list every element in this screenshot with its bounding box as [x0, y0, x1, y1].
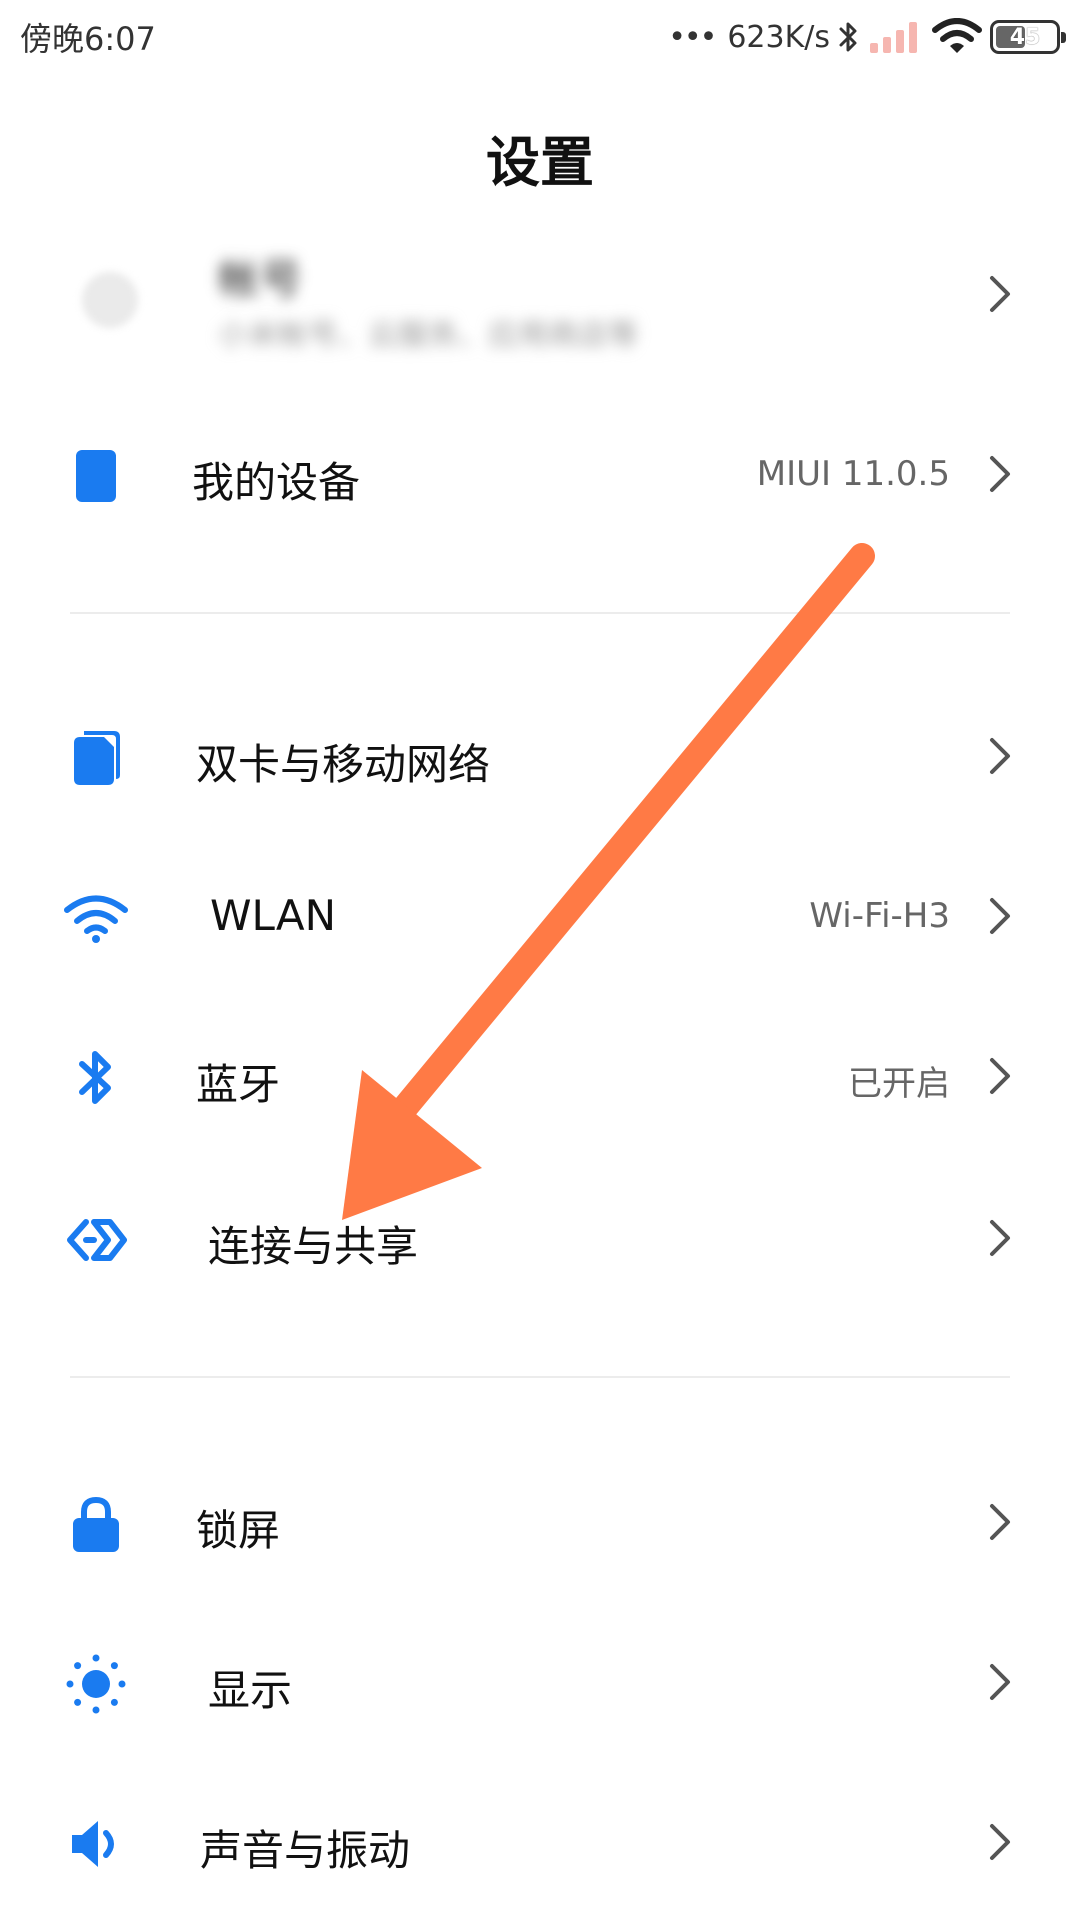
settings-item-lock-screen[interactable]: 锁屏 — [0, 1452, 1080, 1592]
settings-item-dual-sim[interactable]: 双卡与移动网络 — [0, 686, 1080, 826]
status-icons: ••• 623K/s 45 — [668, 10, 1066, 64]
settings-item-value: Wi-Fi-H3 — [809, 896, 950, 936]
account-name: 帐号 — [218, 255, 303, 304]
settings-item-sound-vibration[interactable]: 声音与振动 — [0, 1772, 1080, 1912]
status-bar: 傍晚6:07 ••• 623K/s 45 — [0, 0, 1080, 74]
battery-icon: 45 — [990, 20, 1066, 54]
speaker-icon — [60, 1808, 132, 1880]
battery-level: 45 — [1009, 24, 1041, 50]
settings-item-label: 双卡与移动网络 — [196, 740, 491, 789]
chevron-right-icon — [990, 1504, 1010, 1540]
settings-item-label: 声音与振动 — [200, 1826, 411, 1875]
chevron-right-icon — [990, 1824, 1010, 1860]
settings-item-value: MIUI 11.0.5 — [756, 454, 950, 494]
network-speed: 623K/s — [727, 19, 830, 55]
bluetooth-status-icon — [838, 20, 860, 54]
chevron-right-icon — [990, 738, 1010, 774]
chevron-right-icon — [990, 276, 1010, 312]
section-divider — [70, 1376, 1010, 1378]
settings-item-my-device[interactable]: 我的设备 MIUI 11.0.5 — [0, 404, 1080, 544]
more-dots-icon: ••• — [668, 19, 717, 55]
settings-item-label: 锁屏 — [196, 1506, 281, 1555]
settings-item-label: WLAN — [210, 891, 337, 940]
sun-icon — [60, 1648, 132, 1720]
settings-item-label: 连接与共享 — [208, 1222, 419, 1271]
account-row[interactable]: 帐号 小米帐号、云服务、应用商店等 — [0, 230, 1080, 370]
chevron-right-icon — [990, 1220, 1010, 1256]
lock-icon — [60, 1488, 132, 1560]
settings-item-bluetooth[interactable]: 蓝牙 已开启 — [0, 1006, 1080, 1146]
settings-item-label: 显示 — [208, 1666, 293, 1715]
chevron-right-icon — [990, 1058, 1010, 1094]
settings-screen: 傍晚6:07 ••• 623K/s 45 设置 帐号 小米帐号、云服务、应用商店… — [0, 0, 1080, 1920]
chevron-right-icon — [990, 1664, 1010, 1700]
cellular-signal-icon — [868, 19, 924, 55]
chevron-right-icon — [990, 456, 1010, 492]
wifi-status-icon — [932, 18, 982, 56]
sim-card-icon — [60, 722, 132, 794]
settings-item-display[interactable]: 显示 — [0, 1612, 1080, 1752]
settings-item-wlan[interactable]: WLAN Wi-Fi-H3 — [0, 846, 1080, 986]
status-time: 傍晚6:07 — [20, 20, 156, 58]
wifi-icon — [60, 882, 132, 954]
phone-icon — [60, 440, 132, 512]
page-title: 设置 — [486, 131, 594, 194]
settings-item-value: 已开启 — [848, 1064, 950, 1104]
avatar — [82, 272, 138, 328]
settings-item-label: 我的设备 — [192, 458, 361, 507]
settings-item-connection-sharing[interactable]: 连接与共享 — [0, 1168, 1080, 1308]
section-divider — [70, 612, 1010, 614]
chevron-right-icon — [990, 898, 1010, 934]
settings-item-label: 蓝牙 — [196, 1060, 281, 1109]
account-subtitle: 小米帐号、云服务、应用商店等 — [218, 318, 638, 353]
bluetooth-icon — [60, 1042, 132, 1114]
connection-share-icon — [60, 1204, 132, 1276]
